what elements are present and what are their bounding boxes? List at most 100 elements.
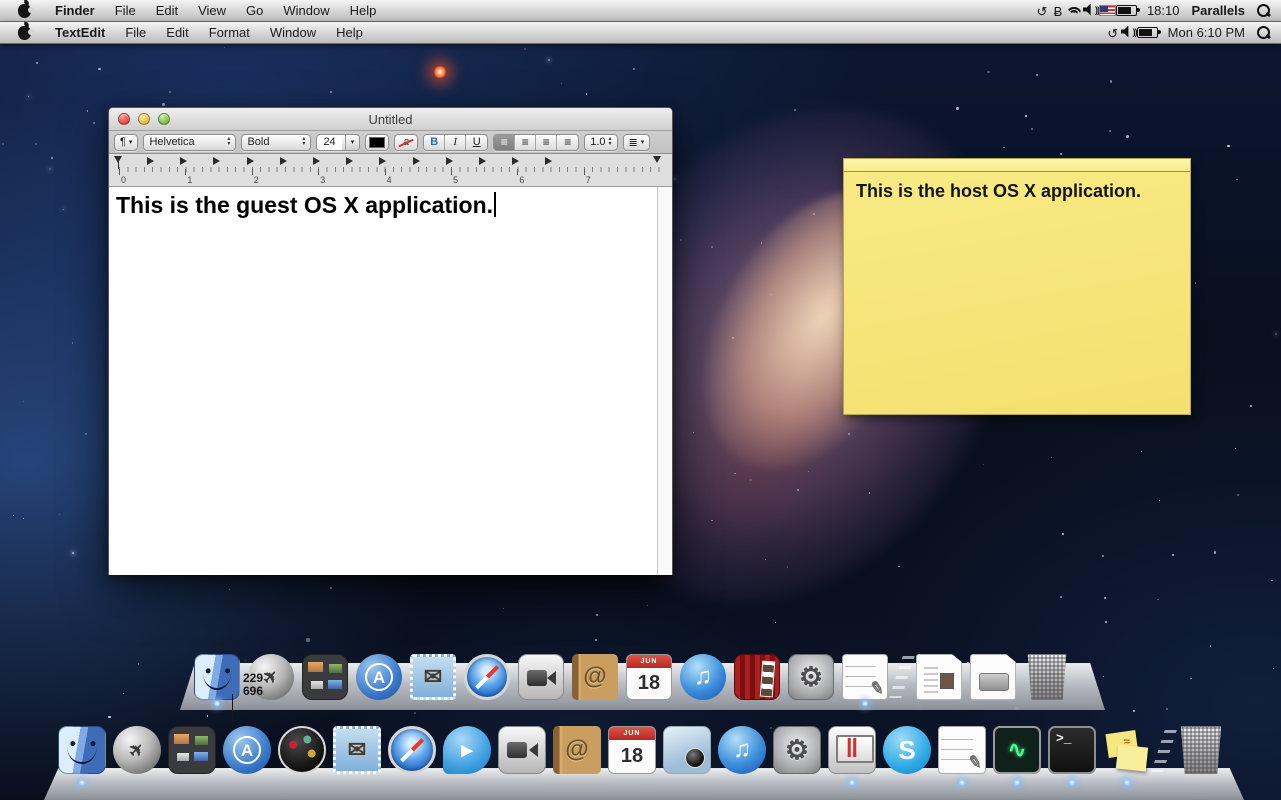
- sysprefs-icon[interactable]: ⚙: [788, 654, 834, 700]
- dock-item-ical[interactable]: JUN18: [608, 726, 656, 774]
- paragraph-styles-button[interactable]: ¶▾: [114, 134, 138, 151]
- font-size-combo[interactable]: 24 ▾: [316, 134, 360, 151]
- tab-stop-marker[interactable]: [479, 157, 486, 165]
- dock-item-finder[interactable]: [58, 726, 106, 774]
- dock-item-safari[interactable]: [388, 726, 436, 774]
- tab-stop-marker[interactable]: [280, 157, 287, 165]
- tab-stop-marker[interactable]: [379, 157, 386, 165]
- launchpad-icon[interactable]: ✈: [113, 726, 161, 774]
- ichat-icon[interactable]: ▶: [443, 726, 491, 774]
- underline-button[interactable]: U: [466, 135, 487, 150]
- left-margin-marker[interactable]: [114, 156, 122, 163]
- appstore-icon[interactable]: A: [223, 726, 271, 774]
- dock-item-textedit[interactable]: ✎: [938, 726, 986, 774]
- text-color-well[interactable]: a: [394, 134, 418, 151]
- menu-item-edit[interactable]: Edit: [146, 0, 188, 21]
- line-spacing-stepper[interactable]: 1.0 ▴▾: [584, 134, 617, 151]
- guest-app-menu[interactable]: Finder: [45, 0, 105, 21]
- itunes-icon[interactable]: ♫: [680, 654, 726, 700]
- menu-item-help[interactable]: Help: [340, 0, 387, 21]
- terminal-icon[interactable]: >_: [1048, 726, 1096, 774]
- dock-item-terminal[interactable]: >_: [1048, 726, 1096, 774]
- finder-icon[interactable]: [194, 654, 240, 700]
- missioncontrol-icon[interactable]: [168, 726, 216, 774]
- dock-item-finder[interactable]: [194, 654, 240, 700]
- window-titlebar[interactable]: Untitled: [109, 108, 672, 131]
- menu-item-format[interactable]: Format: [199, 22, 260, 43]
- tab-stop-marker[interactable]: [213, 157, 220, 165]
- addressbook-icon[interactable]: @: [572, 654, 618, 700]
- dock-item-mail[interactable]: ✉: [333, 726, 381, 774]
- italic-button[interactable]: I: [445, 135, 466, 150]
- photobooth-icon[interactable]: [734, 654, 780, 700]
- document-text-area[interactable]: This is the guest OS X application.: [109, 187, 672, 575]
- dock-item-itunes[interactable]: ♫: [680, 654, 726, 700]
- activitymonitor-icon[interactable]: ∿: [993, 726, 1041, 774]
- background-color-well[interactable]: [365, 134, 389, 151]
- ical-icon[interactable]: JUN18: [626, 654, 672, 700]
- dock-item-dashboard[interactable]: [278, 726, 326, 774]
- appstore-icon[interactable]: A: [356, 654, 402, 700]
- menu-item-file[interactable]: File: [105, 0, 146, 21]
- volume-icon[interactable]: )): [1083, 1, 1099, 19]
- dock-item-stickies[interactable]: ≈: [1103, 726, 1151, 774]
- trash-icon[interactable]: [1024, 654, 1070, 700]
- documents-icon[interactable]: [916, 654, 962, 700]
- dock-item-iphoto[interactable]: [663, 726, 711, 774]
- dock-item-missioncontrol[interactable]: [168, 726, 216, 774]
- host-clock[interactable]: Mon 6:10 PM: [1166, 25, 1247, 40]
- downloads-icon[interactable]: [970, 654, 1016, 700]
- apple-menu-icon[interactable]: [18, 26, 31, 40]
- sticky-note[interactable]: This is the host OS X application.: [843, 158, 1191, 415]
- dock-item-downloads[interactable]: [970, 654, 1016, 700]
- dock-item-parallels[interactable]: ‖: [828, 726, 876, 774]
- tab-stop-marker[interactable]: [147, 157, 154, 165]
- dock-item-textedit[interactable]: ✎: [842, 654, 888, 700]
- tab-stop-marker[interactable]: [247, 157, 254, 165]
- time-machine-icon[interactable]: ↺: [1105, 25, 1121, 43]
- align-left-button[interactable]: ≡: [494, 135, 515, 150]
- us-flag-icon[interactable]: [1099, 1, 1116, 19]
- menu-item-help[interactable]: Help: [326, 22, 373, 43]
- dock-item-launchpad[interactable]: ✈: [113, 726, 161, 774]
- facetime-icon[interactable]: [498, 726, 546, 774]
- align-justify-button[interactable]: ≡: [557, 135, 578, 150]
- iphoto-icon[interactable]: [663, 726, 711, 774]
- mail-icon[interactable]: ✉: [333, 726, 381, 774]
- battery-icon[interactable]: [1137, 23, 1158, 41]
- dock-item-mail[interactable]: ✉: [410, 654, 456, 700]
- tab-stop-marker[interactable]: [545, 157, 552, 165]
- tab-stop-marker[interactable]: [346, 157, 353, 165]
- dock-item-missioncontrol[interactable]: [302, 654, 348, 700]
- trash-icon[interactable]: [1177, 726, 1225, 774]
- safari-icon[interactable]: [388, 726, 436, 774]
- dock-item-appstore[interactable]: A: [223, 726, 271, 774]
- dock-item-addressbook[interactable]: @: [572, 654, 618, 700]
- dock-item-sysprefs[interactable]: ⚙: [788, 654, 834, 700]
- spotlight-icon[interactable]: [1255, 2, 1271, 20]
- font-style-select[interactable]: Bold ▴▾: [241, 134, 311, 151]
- mail-icon[interactable]: ✉: [410, 654, 456, 700]
- dock-item-safari[interactable]: [464, 654, 510, 700]
- dock-item-ichat[interactable]: ▶: [443, 726, 491, 774]
- spotlight-icon[interactable]: [1255, 24, 1271, 42]
- wifi-icon[interactable]: [1066, 1, 1083, 19]
- dock-item-photobooth[interactable]: [734, 654, 780, 700]
- dock-item-facetime[interactable]: [518, 654, 564, 700]
- tab-stop-marker[interactable]: [313, 157, 320, 165]
- dock-item-itunes[interactable]: ♫: [718, 726, 766, 774]
- finder-icon[interactable]: [58, 726, 106, 774]
- align-center-button[interactable]: ≡: [515, 135, 536, 150]
- font-family-select[interactable]: Helvetica ▴▾: [143, 134, 236, 151]
- ruler[interactable]: 01234567: [109, 154, 672, 187]
- dock-item-appstore[interactable]: A: [356, 654, 402, 700]
- right-margin-marker[interactable]: [653, 156, 661, 163]
- textedit-icon[interactable]: ✎: [938, 726, 986, 774]
- parallels-icon[interactable]: ‖: [828, 726, 876, 774]
- menu-item-edit[interactable]: Edit: [156, 22, 198, 43]
- guest-clock[interactable]: 18:10: [1145, 3, 1182, 18]
- tab-stop-marker[interactable]: [180, 157, 187, 165]
- parallels-badge[interactable]: Parallels: [1190, 3, 1248, 18]
- host-app-menu[interactable]: TextEdit: [45, 22, 115, 43]
- menu-item-file[interactable]: File: [115, 22, 156, 43]
